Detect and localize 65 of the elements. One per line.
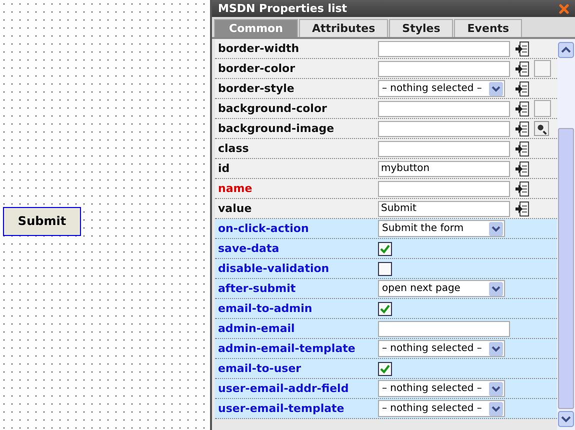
property-input[interactable]: Submit [378, 200, 510, 216]
property-input[interactable] [378, 320, 510, 336]
insert-list-icon[interactable] [515, 100, 529, 116]
property-label: save-data [217, 242, 280, 255]
color-swatch[interactable] [534, 60, 551, 77]
checkbox[interactable] [378, 262, 392, 276]
property-label: on-click-action [217, 222, 310, 235]
checkbox[interactable] [378, 302, 392, 316]
property-label: admin-email [217, 322, 296, 335]
insert-list-icon[interactable] [515, 140, 529, 156]
property-dropdown[interactable]: – nothing selected – [378, 380, 505, 397]
insert-list-icon[interactable] [515, 60, 529, 76]
scroll-down-icon[interactable] [558, 411, 574, 427]
property-dropdown[interactable]: – nothing selected – [378, 80, 505, 97]
property-input[interactable] [378, 120, 510, 136]
insert-list-icon[interactable] [515, 80, 529, 96]
property-label: email-to-user [217, 362, 302, 375]
insert-list-icon[interactable] [515, 200, 529, 216]
tab[interactable]: Styles [389, 19, 454, 37]
property-input[interactable] [378, 100, 510, 116]
insert-list-icon[interactable] [515, 160, 529, 176]
property-label: border-width [217, 42, 300, 55]
chevron-down-icon [489, 282, 503, 296]
chevron-down-icon [489, 82, 503, 96]
property-label: after-submit [217, 282, 297, 295]
panel-title: MSDN Properties list [218, 2, 348, 15]
property-label: user-email-addr-field [217, 382, 350, 395]
color-swatch[interactable] [534, 100, 551, 117]
property-input[interactable] [378, 40, 510, 56]
property-input[interactable] [378, 180, 510, 196]
property-input[interactable] [378, 140, 510, 156]
property-label: background-image [217, 122, 336, 135]
property-input[interactable] [378, 60, 510, 76]
property-label: disable-validation [217, 262, 330, 275]
checkbox[interactable] [378, 242, 392, 256]
insert-list-icon[interactable] [515, 180, 529, 196]
property-label: border-color [217, 62, 296, 75]
tab[interactable]: Attributes [298, 19, 388, 37]
property-label: border-style [217, 82, 296, 95]
chevron-down-icon [489, 222, 503, 236]
property-input[interactable]: mybutton [378, 160, 510, 176]
chevron-down-icon [489, 402, 503, 416]
close-icon[interactable] [559, 4, 569, 14]
insert-list-icon[interactable] [515, 40, 529, 56]
property-dropdown[interactable]: – nothing selected – [378, 340, 505, 357]
property-label: class [217, 142, 250, 155]
property-dropdown[interactable]: – nothing selected – [378, 400, 505, 417]
property-label: email-to-admin [217, 302, 314, 315]
scroll-thumb[interactable] [558, 128, 574, 409]
property-label: background-color [217, 102, 328, 115]
scrollbar[interactable] [557, 39, 575, 430]
submit-button[interactable]: Submit [3, 206, 81, 236]
property-label: admin-email-template [217, 342, 356, 355]
insert-list-icon[interactable] [515, 120, 529, 136]
property-dropdown[interactable]: Submit the form [378, 220, 505, 237]
checkbox[interactable] [378, 362, 392, 376]
property-dropdown[interactable]: open next page [378, 280, 505, 297]
chevron-down-icon [489, 342, 503, 356]
chevron-down-icon [489, 382, 503, 396]
property-label: value [217, 202, 253, 215]
tab[interactable]: Events [454, 19, 522, 37]
property-label: name [217, 182, 254, 195]
property-label: id [217, 162, 231, 175]
property-label: user-email-template [217, 402, 346, 415]
scroll-up-icon[interactable] [558, 42, 574, 58]
